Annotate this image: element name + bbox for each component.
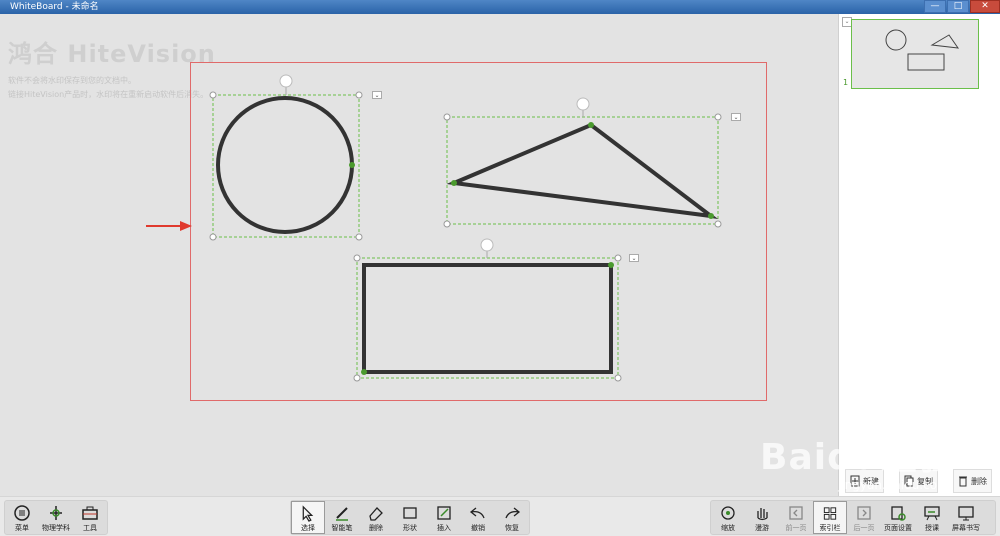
prev-page-button[interactable]: 前一页 (779, 501, 813, 534)
shape-label: 形状 (403, 524, 417, 532)
eraser-button[interactable]: 删除 (359, 501, 393, 534)
next-page-label: 后一页 (853, 524, 875, 532)
undo-icon (469, 507, 485, 519)
page-settings-button[interactable]: 页面设置 (881, 501, 915, 534)
whiteboard-canvas[interactable]: 鸿合 HiteVision 软件不会将水印保存到您的文档中。 链接HiteVis… (0, 14, 838, 496)
new-page-icon (850, 475, 860, 487)
prev-page-icon (789, 506, 803, 520)
smart-pen-label: 智能笔 (331, 524, 353, 532)
screen-write-icon (958, 506, 974, 521)
delete-page-button[interactable]: 删除 (953, 469, 992, 493)
bottom-toolbar: 菜单 物理学科 工具 选择 智能笔 删除 形状 插入 撤销 恢复 缩放 漫游 前… (0, 496, 1000, 536)
close-button[interactable]: ✕ (970, 0, 1000, 13)
minimize-button[interactable]: — (924, 0, 946, 13)
pan-label: 漫游 (755, 524, 769, 532)
circle-options-chevron-icon[interactable]: ⌄ (372, 91, 382, 99)
undo-label: 撤销 (471, 524, 485, 532)
page-settings-label: 页面设置 (884, 524, 912, 532)
menu-label: 菜单 (15, 524, 29, 532)
new-page-button[interactable]: 新建 (845, 469, 884, 493)
toolbox-icon (82, 506, 98, 520)
redo-icon (505, 507, 521, 519)
undo-button[interactable]: 撤销 (461, 501, 495, 534)
pan-button[interactable]: 漫游 (745, 501, 779, 534)
screen-write-button[interactable]: 屏幕书写 (949, 501, 983, 534)
insert-button[interactable]: 插入 (427, 501, 461, 534)
select-label: 选择 (301, 524, 315, 532)
index-panel-button[interactable]: 索引栏 (813, 501, 847, 534)
tools-label: 工具 (83, 524, 97, 532)
lecture-icon (924, 506, 940, 521)
maximize-button[interactable]: □ (947, 0, 969, 13)
insert-icon (437, 506, 451, 520)
rotate-handle (279, 74, 293, 88)
screen-write-label: 屏幕书写 (952, 524, 980, 532)
rotate-handle (480, 238, 494, 252)
rectangle-shape[interactable] (353, 238, 622, 382)
redo-button[interactable]: 恢复 (495, 501, 529, 534)
page-thumbnail[interactable] (851, 19, 979, 89)
cursor-icon (302, 505, 314, 522)
redo-label: 恢复 (505, 524, 519, 532)
eraser-icon (369, 507, 383, 521)
prev-page-label: 前一页 (785, 524, 807, 532)
window-controls: — □ ✕ (923, 0, 1000, 14)
thumbnail-preview (885, 29, 960, 71)
pan-icon (757, 508, 768, 521)
toolbar-right-group: 缩放 漫游 前一页 索引栏 后一页 页面设置 授课 屏幕书写 (710, 500, 996, 535)
physics-label: 物理学科 (42, 524, 70, 532)
window-title: WhiteBoard - 未命名 (10, 2, 99, 12)
eraser-label: 删除 (369, 524, 383, 532)
new-page-label: 新建 (863, 476, 879, 486)
zoom-label: 缩放 (721, 524, 735, 532)
index-icon (823, 507, 837, 520)
circle-shape[interactable] (209, 74, 363, 241)
delete-page-label: 删除 (971, 476, 987, 486)
triangle-shape[interactable] (443, 97, 722, 228)
physics-button[interactable]: 物理学科 (39, 501, 73, 534)
next-page-icon (857, 506, 871, 520)
zoom-icon (721, 506, 735, 520)
page-settings-icon (891, 506, 906, 521)
toolbar-center-group: 选择 智能笔 删除 形状 插入 撤销 恢复 (290, 500, 530, 535)
menu-icon (14, 505, 30, 521)
page-number: 1 (843, 78, 849, 87)
lecture-button[interactable]: 授课 (915, 501, 949, 534)
physics-icon (50, 506, 62, 520)
smart-pen-button[interactable]: 智能笔 (325, 501, 359, 534)
next-page-button[interactable]: 后一页 (847, 501, 881, 534)
lecture-label: 授课 (925, 524, 939, 532)
toolbar-left-group: 菜单 物理学科 工具 (4, 500, 108, 535)
copy-page-icon (904, 475, 914, 487)
shapes-layer (209, 74, 722, 382)
insert-label: 插入 (437, 524, 451, 532)
shape-icon (403, 507, 417, 519)
menu-button[interactable]: 菜单 (5, 501, 39, 534)
rotate-handle (576, 97, 590, 111)
title-bar: WhiteBoard - 未命名 — □ ✕ (0, 0, 1000, 14)
smart-pen-icon (336, 507, 348, 521)
copy-page-button[interactable]: 复制 (899, 469, 938, 493)
copy-page-label: 复制 (917, 476, 933, 486)
tools-button[interactable]: 工具 (73, 501, 107, 534)
index-label: 索引栏 (819, 524, 841, 532)
select-tool-button[interactable]: 选择 (291, 501, 325, 534)
shape-button[interactable]: 形状 (393, 501, 427, 534)
page-index-panel: ⌄ 1 新建 复制 删除 (838, 14, 1000, 496)
triangle-options-chevron-icon[interactable]: ⌄ (731, 113, 741, 121)
trash-icon (959, 476, 967, 487)
rectangle-options-chevron-icon[interactable]: ⌄ (629, 254, 639, 262)
zoom-button[interactable]: 缩放 (711, 501, 745, 534)
